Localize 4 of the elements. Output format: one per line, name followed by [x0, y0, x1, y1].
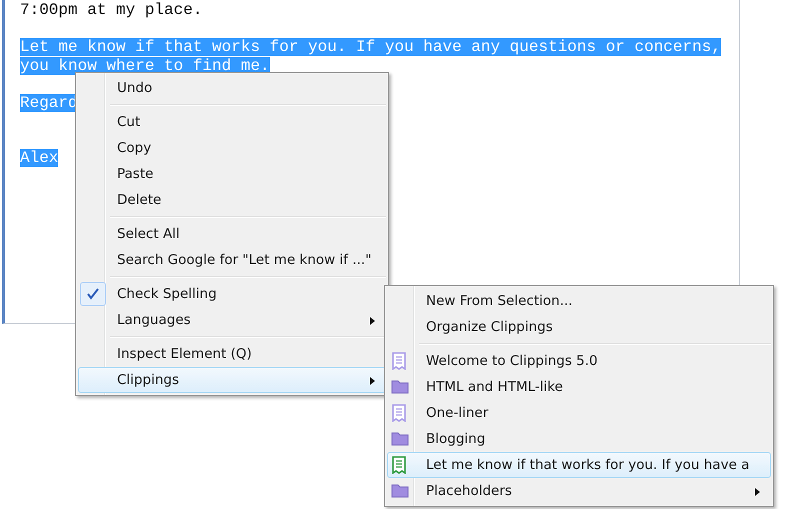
message-text: Let me know if that works for you. If you have any questions or concerns, [20, 38, 721, 56]
message-text: Alex [20, 149, 58, 167]
message-text: you know where to find me. [20, 56, 270, 74]
message-text: 7:00pm at my place. [20, 1, 202, 19]
